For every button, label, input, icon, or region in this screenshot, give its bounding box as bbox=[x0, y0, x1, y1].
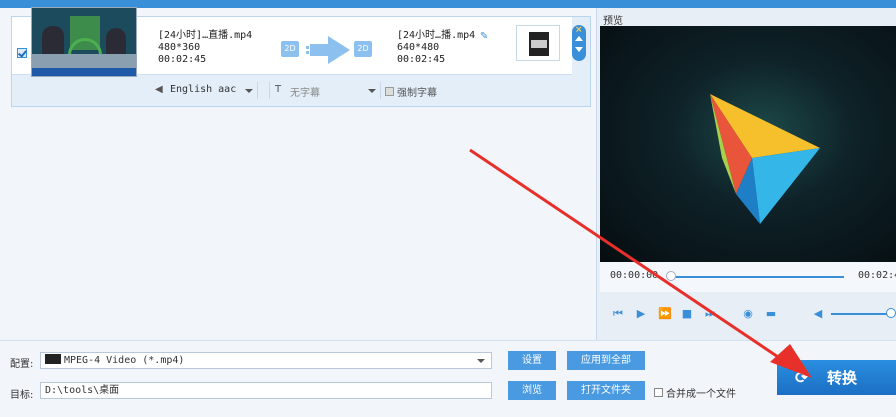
target-label: 目标: bbox=[10, 390, 34, 401]
seek-track[interactable] bbox=[668, 276, 844, 278]
profile-select[interactable]: MPEG-4 Video (*.mp4) bbox=[40, 352, 492, 369]
browse-button[interactable]: 浏览 bbox=[508, 381, 556, 400]
audio-track-select[interactable]: ◀ English aac bbox=[150, 82, 258, 99]
output-file-info: [24小时…播.mp4 640*480 00:02:45 bbox=[397, 30, 475, 66]
source-resolution: 480*360 bbox=[158, 42, 201, 53]
chevron-down-icon bbox=[368, 89, 376, 93]
current-time: 00:00:00 bbox=[610, 270, 659, 281]
skip-back-icon[interactable]: ⏮ bbox=[612, 308, 624, 320]
move-up-icon[interactable] bbox=[575, 36, 583, 41]
total-time: 00:02:4 bbox=[858, 270, 896, 281]
open-folder-button[interactable]: 打开文件夹 bbox=[567, 381, 645, 400]
subtitle-value: 无字幕 bbox=[290, 88, 320, 99]
merge-label: 合并成一个文件 bbox=[666, 389, 736, 400]
file-item-checkbox[interactable] bbox=[17, 48, 27, 58]
preview-video[interactable] bbox=[600, 26, 896, 262]
convert-direction-icon bbox=[328, 36, 350, 64]
stop-icon[interactable]: ■ bbox=[681, 308, 693, 320]
volume-track[interactable] bbox=[831, 313, 891, 315]
chevron-down-icon bbox=[245, 89, 253, 93]
subtitle-select[interactable]: T 无字幕 bbox=[269, 82, 381, 99]
seek-handle[interactable] bbox=[666, 271, 676, 281]
force-subtitle-checkbox[interactable] bbox=[385, 87, 394, 96]
speaker-icon: ◀ bbox=[155, 84, 163, 95]
move-down-icon[interactable] bbox=[575, 47, 583, 52]
text-icon: T bbox=[275, 84, 282, 95]
volume-handle[interactable] bbox=[886, 308, 896, 318]
source-duration: 00:02:45 bbox=[158, 54, 207, 65]
target-path-input[interactable]: D:\tools\桌面 bbox=[40, 382, 492, 399]
seek-bar[interactable]: 00:00:00 00:02:4 bbox=[600, 262, 896, 292]
output-2d-badge: 2D bbox=[354, 41, 372, 57]
profile-label: 配置: bbox=[10, 359, 34, 370]
preview-title: 预览 bbox=[603, 16, 623, 27]
audio-track-value: English aac bbox=[170, 84, 237, 95]
video-thumbnail[interactable] bbox=[31, 7, 137, 77]
settings-button[interactable]: 设置 bbox=[508, 351, 556, 370]
app-logo-icon bbox=[710, 94, 820, 224]
mpeg-format-icon bbox=[45, 354, 61, 364]
profile-value: MPEG-4 Video (*.mp4) bbox=[64, 355, 185, 366]
force-subtitle-label: 强制字幕 bbox=[397, 88, 437, 99]
fast-forward-icon[interactable]: ⏩ bbox=[658, 308, 672, 320]
output-file-name: [24小时…播.mp4 bbox=[397, 30, 476, 41]
output-duration: 00:02:45 bbox=[397, 54, 446, 65]
skip-forward-icon[interactable]: ⏭ bbox=[704, 308, 716, 320]
merge-toggle[interactable]: 合并成一个文件 bbox=[654, 385, 736, 400]
item-side-controls[interactable]: × bbox=[572, 25, 586, 61]
play-icon[interactable]: ▶ bbox=[635, 308, 647, 320]
camera-icon[interactable]: ◉ bbox=[742, 308, 754, 320]
remove-icon[interactable]: × bbox=[575, 25, 583, 35]
convert-dots bbox=[306, 46, 328, 54]
mpeg-film-icon[interactable] bbox=[516, 25, 560, 61]
chevron-down-icon bbox=[477, 359, 485, 363]
convert-button[interactable]: ⟳ 转换 bbox=[777, 360, 896, 395]
playback-controls: ⏮ ▶ ⏩ ■ ⏭ ◉ ▬ ◀ bbox=[600, 296, 896, 334]
volume-icon[interactable]: ◀ bbox=[812, 308, 824, 320]
source-file-name: [24小时]…直播.mp4 bbox=[158, 30, 253, 41]
folder-icon[interactable]: ▬ bbox=[765, 308, 777, 320]
refresh-icon: ⟳ bbox=[795, 368, 809, 387]
apply-all-button[interactable]: 应用到全部 bbox=[567, 351, 645, 370]
force-subtitle-toggle[interactable]: 强制字幕 bbox=[385, 84, 437, 99]
edit-pencil-icon[interactable]: ✎ bbox=[480, 31, 490, 42]
convert-label: 转换 bbox=[827, 369, 858, 387]
output-resolution: 640*480 bbox=[397, 42, 440, 53]
merge-checkbox[interactable] bbox=[654, 388, 663, 397]
source-file-info: [24小时]…直播.mp4 480*360 00:02:45 bbox=[158, 30, 252, 66]
source-2d-badge: 2D bbox=[281, 41, 299, 57]
